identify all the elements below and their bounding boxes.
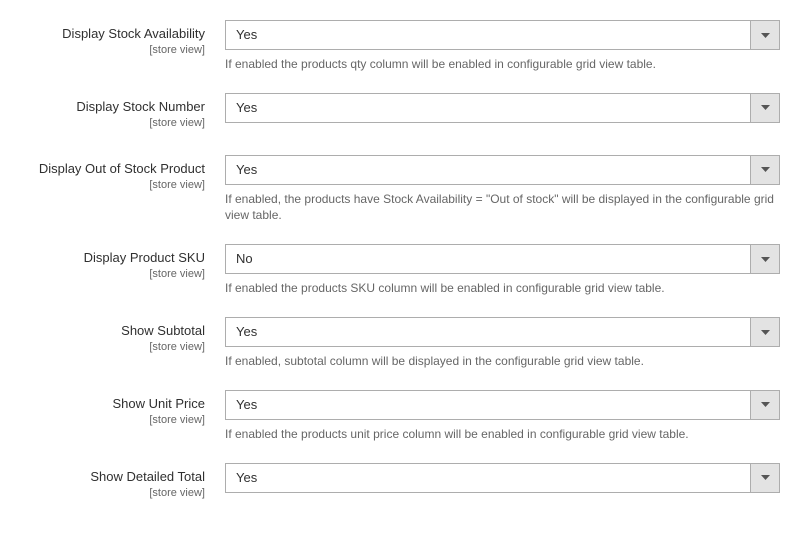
select-value: Yes [225, 463, 750, 493]
scope-label: [store view] [15, 268, 205, 280]
field-note: If enabled the products qty column will … [225, 56, 780, 73]
field-label: Show Subtotal [15, 323, 205, 340]
select-display-out-of-stock-product[interactable]: Yes [225, 155, 780, 185]
chevron-down-icon [750, 463, 780, 493]
select-value: Yes [225, 93, 750, 123]
scope-label: [store view] [15, 487, 205, 499]
select-value: Yes [225, 390, 750, 420]
scope-label: [store view] [15, 117, 205, 129]
field-label: Display Stock Number [15, 99, 205, 116]
select-display-stock-number[interactable]: Yes [225, 93, 780, 123]
field-display-out-of-stock-product: Display Out of Stock Product [store view… [15, 155, 783, 225]
field-label: Show Detailed Total [15, 469, 205, 486]
scope-label: [store view] [15, 179, 205, 191]
chevron-down-icon [750, 317, 780, 347]
field-show-unit-price: Show Unit Price [store view] Yes If enab… [15, 390, 783, 443]
field-note: If enabled the products SKU column will … [225, 280, 780, 297]
select-value: Yes [225, 155, 750, 185]
field-display-stock-availability: Display Stock Availability [store view] … [15, 20, 783, 73]
chevron-down-icon [750, 390, 780, 420]
field-label: Display Out of Stock Product [15, 161, 205, 178]
scope-label: [store view] [15, 414, 205, 426]
field-label: Display Product SKU [15, 250, 205, 267]
field-show-subtotal: Show Subtotal [store view] Yes If enable… [15, 317, 783, 370]
select-show-unit-price[interactable]: Yes [225, 390, 780, 420]
scope-label: [store view] [15, 44, 205, 56]
field-note: If enabled the products unit price colum… [225, 426, 780, 443]
select-value: Yes [225, 317, 750, 347]
chevron-down-icon [750, 155, 780, 185]
field-label: Show Unit Price [15, 396, 205, 413]
select-show-detailed-total[interactable]: Yes [225, 463, 780, 493]
chevron-down-icon [750, 93, 780, 123]
field-display-stock-number: Display Stock Number [store view] Yes [15, 93, 783, 129]
field-show-detailed-total: Show Detailed Total [store view] Yes [15, 463, 783, 499]
field-note: If enabled, the products have Stock Avai… [225, 191, 780, 225]
field-label: Display Stock Availability [15, 26, 205, 43]
chevron-down-icon [750, 244, 780, 274]
select-value: Yes [225, 20, 750, 50]
field-display-product-sku: Display Product SKU [store view] No If e… [15, 244, 783, 297]
chevron-down-icon [750, 20, 780, 50]
select-show-subtotal[interactable]: Yes [225, 317, 780, 347]
select-value: No [225, 244, 750, 274]
settings-form: Display Stock Availability [store view] … [15, 20, 783, 499]
select-display-product-sku[interactable]: No [225, 244, 780, 274]
field-note: If enabled, subtotal column will be disp… [225, 353, 780, 370]
scope-label: [store view] [15, 341, 205, 353]
select-display-stock-availability[interactable]: Yes [225, 20, 780, 50]
